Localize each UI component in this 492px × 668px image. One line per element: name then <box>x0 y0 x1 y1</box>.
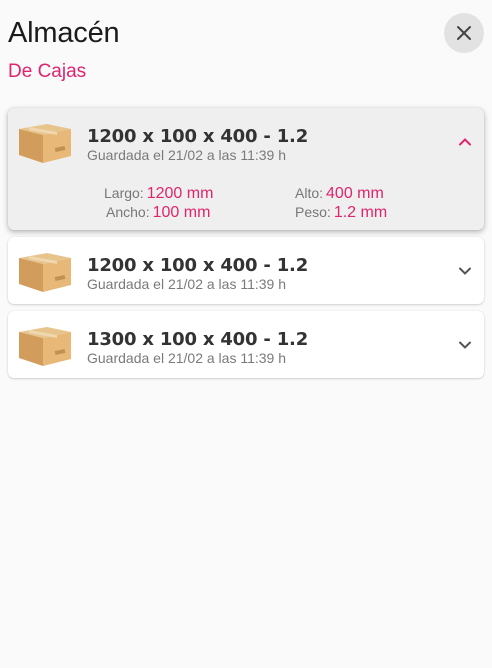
chevron-down-icon[interactable] <box>456 336 474 354</box>
detail-ancho: Ancho: 100 mm <box>106 204 210 222</box>
box-title: 1200 x 100 x 400 - 1.2 <box>87 255 309 276</box>
box-saved-date: Guardada el 21/02 a las 11:39 h <box>87 350 287 366</box>
detail-largo: Largo: 1200 mm <box>104 185 213 203</box>
box-card-header[interactable]: 1300 x 100 x 400 - 1.2 Guardada el 21/02… <box>8 311 484 378</box>
detail-alto-label: Alto: <box>295 185 324 201</box>
box-title: 1300 x 100 x 400 - 1.2 <box>87 329 309 350</box>
box-card-header[interactable]: 1200 x 100 x 400 - 1.2 Guardada el 21/02… <box>8 237 484 304</box>
cardboard-box-icon <box>19 327 71 366</box>
box-card: 1200 x 100 x 400 - 1.2 Guardada el 21/02… <box>8 237 484 304</box>
box-card: 1300 x 100 x 400 - 1.2 Guardada el 21/02… <box>8 311 484 378</box>
box-card: 1200 x 100 x 400 - 1.2 Guardada el 21/02… <box>8 108 484 230</box>
cardboard-box-icon <box>19 124 71 163</box>
box-details: Largo: 1200 mm Ancho: 100 mm Alto: 400 mm P… <box>8 175 484 230</box>
box-card-header[interactable]: 1200 x 100 x 400 - 1.2 Guardada el 21/02… <box>8 108 484 175</box>
detail-peso-value: 1.2 mm <box>333 204 388 221</box>
detail-ancho-label: Ancho: <box>106 204 150 220</box>
close-button[interactable] <box>444 13 484 53</box>
box-list: 1200 x 100 x 400 - 1.2 Guardada el 21/02… <box>8 108 484 385</box>
chevron-down-icon[interactable] <box>456 262 474 280</box>
detail-peso-label: Peso: <box>295 204 331 220</box>
detail-largo-label: Largo: <box>104 185 144 201</box>
chevron-up-icon[interactable] <box>456 133 474 151</box>
box-title: 1200 x 100 x 400 - 1.2 <box>87 126 309 147</box>
page-subtitle: De Cajas <box>8 61 87 82</box>
box-saved-date: Guardada el 21/02 a las 11:39 h <box>87 147 287 163</box>
detail-alto-value: 400 mm <box>326 185 384 202</box>
cardboard-box-icon <box>19 253 71 292</box>
page-title: Almacén <box>8 17 120 49</box>
detail-ancho-value: 100 mm <box>152 204 211 221</box>
detail-largo-value: 1200 mm <box>146 185 214 202</box>
close-icon <box>457 26 471 40</box>
box-saved-date: Guardada el 21/02 a las 11:39 h <box>87 276 287 292</box>
detail-alto: Alto: 400 mm <box>295 185 384 203</box>
detail-peso: Peso: 1.2 mm <box>295 204 387 222</box>
